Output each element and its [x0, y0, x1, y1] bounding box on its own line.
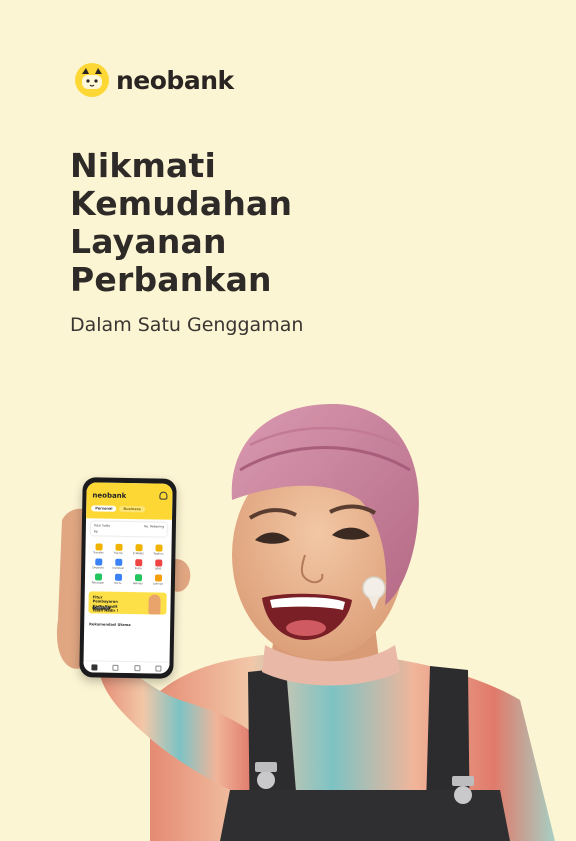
feature-label: Kartu [114, 581, 122, 585]
feature-item[interactable]: Deposito [89, 558, 107, 570]
hero-photo [56, 403, 555, 841]
neobank-cat-icon [75, 63, 109, 97]
card-icon[interactable] [134, 664, 141, 671]
feature-label: Belanja [133, 582, 143, 586]
feature-icon [94, 573, 102, 581]
profile-icon[interactable] [155, 664, 162, 672]
feature-label: Pulsa [134, 567, 142, 571]
feature-item[interactable]: Pulsa [129, 559, 147, 570]
earring [362, 576, 386, 600]
app-tabs: Personal Business [91, 505, 145, 513]
feature-label: Tagihan [153, 552, 164, 556]
headline-line: Nikmati [70, 146, 217, 185]
overall-clip-left [255, 762, 277, 772]
brand-logo: neobank [74, 62, 234, 98]
feature-icon [134, 544, 143, 552]
brand-name: neobank [116, 65, 234, 95]
feature-grid: Transfer Top Up E-Wallet Tagihan Deposito Inv… [85, 538, 172, 587]
history-icon[interactable] [112, 664, 119, 671]
feature-label: Top Up [114, 551, 123, 555]
balance-card[interactable]: Total Saldo No. Rekening Rp [90, 521, 167, 537]
feature-icon [154, 559, 162, 567]
feature-item[interactable]: Transfer [89, 543, 107, 555]
feature-item[interactable]: Top Up [109, 543, 127, 555]
feature-item[interactable]: Belanja [129, 574, 147, 585]
overall-buckle-right [454, 786, 472, 804]
feature-icon [154, 544, 163, 552]
feature-label: Lainnya [152, 582, 164, 586]
tab-personal[interactable]: Personal [91, 505, 117, 512]
feature-icon [154, 574, 162, 582]
feature-icon [94, 558, 102, 566]
phone-screen: neobank Personal Business Total Saldo No… [83, 482, 173, 674]
feature-item[interactable]: Lainnya [149, 574, 167, 586]
balance-value: Rp [93, 529, 98, 534]
feature-item[interactable]: Tabungan [89, 573, 107, 585]
page-subtitle: Dalam Satu Genggaman [70, 314, 304, 336]
app-logo: neobank [92, 491, 127, 500]
feature-icon [114, 543, 123, 551]
bottom-nav [83, 660, 170, 674]
feature-icon [134, 574, 142, 582]
page-title: Nikmati Kemudahan Layanan Perbankan [70, 147, 292, 299]
account-number-label: No. Rekening [144, 524, 164, 529]
feature-icon [94, 543, 103, 551]
feature-item[interactable]: E-Wallet [129, 544, 147, 555]
feature-label: Transfer [93, 551, 104, 555]
feature-label: QRIS [154, 567, 162, 571]
app-header: neobank Personal Business [86, 482, 173, 520]
bell-icon[interactable] [159, 491, 168, 500]
feature-item[interactable]: QRIS [149, 559, 167, 571]
overall-buckle-left [257, 771, 275, 789]
feature-label: E-Wallet [133, 552, 144, 556]
tab-business[interactable]: Business [119, 505, 145, 513]
balance-label: Total Saldo [93, 523, 111, 528]
feature-label: Deposito [92, 566, 104, 570]
home-icon[interactable] [91, 663, 98, 670]
overall-clip-right [452, 776, 474, 786]
promo-button[interactable]: Cobain Yuk [92, 606, 111, 610]
promo-person-image [148, 594, 161, 615]
headline-line: Kemudahan [70, 184, 293, 223]
headline-line: Layanan [70, 222, 227, 261]
feature-item[interactable]: Tagihan [149, 544, 167, 556]
feature-icon [114, 558, 122, 566]
feature-icon [134, 559, 142, 567]
feature-item[interactable]: Kartu [109, 573, 127, 585]
promo-title: Fitur Pembayaran Kartu Kredit Telah Hadi… [92, 595, 119, 614]
promo-banner[interactable]: Fitur Pembayaran Kartu Kredit Telah Hadi… [88, 591, 167, 615]
section-title: Rekomendasi Utama [89, 622, 131, 628]
feature-icon [114, 573, 122, 581]
tongue [286, 620, 326, 636]
headline-line: Perbankan [70, 260, 272, 299]
feature-label: Tabungan [91, 581, 105, 585]
feature-label: Investasi [112, 566, 124, 570]
phone-mockup: neobank Personal Business Total Saldo No… [79, 477, 177, 679]
feature-item[interactable]: Investasi [109, 558, 127, 570]
